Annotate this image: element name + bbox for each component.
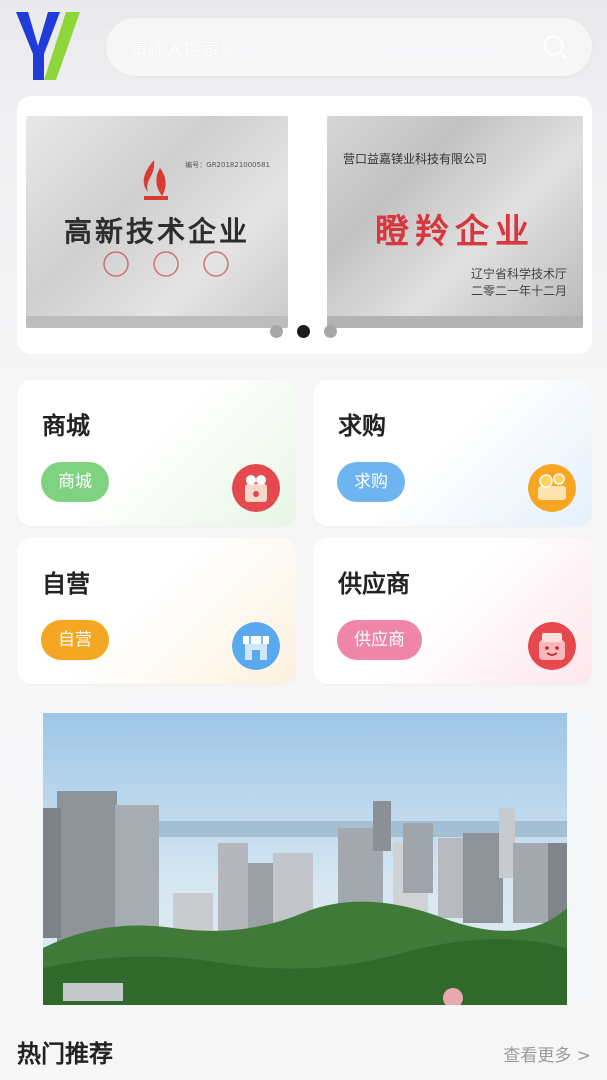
carousel-dot-active[interactable] <box>297 325 310 338</box>
red-envelope-icon <box>232 464 280 512</box>
card-title: 供应商 <box>338 570 410 598</box>
category-card-self-operated[interactable]: 自营 自营 <box>17 538 296 684</box>
certificate-title: 高新技术企业 <box>63 215 250 248</box>
app-logo <box>16 12 82 82</box>
issue-date: 二零二一年十二月 <box>470 284 567 298</box>
certificate-number: 编号：GR201821000581 <box>185 161 270 169</box>
coin-cart-icon <box>528 464 576 512</box>
view-more-link[interactable]: 查看更多 > <box>503 1041 591 1066</box>
category-card-purchase[interactable]: 求购 求购 <box>313 380 592 526</box>
carousel-dot[interactable] <box>270 325 283 338</box>
carousel-dot[interactable] <box>324 325 337 338</box>
banner-carousel[interactable]: 编号：GR201821000581 高新技术企业 营口益嘉镁业科技有限公司 瞪羚… <box>17 96 592 354</box>
official-seals <box>103 251 229 277</box>
section-title: 热门推荐 <box>17 1040 113 1068</box>
self-operated-button[interactable]: 自营 <box>41 620 109 660</box>
category-card-mall[interactable]: 商城 商城 <box>17 380 296 526</box>
shop-store-icon <box>232 622 280 670</box>
card-title: 商城 <box>42 412 90 440</box>
search-icon[interactable] <box>542 34 568 60</box>
issuer-line: 辽宁省科学技术厅 <box>470 267 567 281</box>
certificate-company: 营口益嘉镁业科技有限公司 <box>343 152 488 166</box>
purchase-button[interactable]: 求购 <box>337 462 405 502</box>
certificate-high-tech-enterprise[interactable]: 编号：GR201821000581 高新技术企业 <box>26 116 288 328</box>
certificate-title: 瞪羚企业 <box>375 212 535 252</box>
mall-button[interactable]: 商城 <box>41 462 109 502</box>
smiling-gift-icon <box>528 622 576 670</box>
flame-emblem-icon <box>143 160 168 200</box>
promo-image-card[interactable] <box>18 708 592 1006</box>
card-title: 求购 <box>338 412 386 440</box>
search-bar[interactable]: 请输入搜索词 <box>106 18 592 76</box>
search-input[interactable]: 请输入搜索词 <box>130 35 238 60</box>
category-card-supplier[interactable]: 供应商 供应商 <box>313 538 592 684</box>
city-skyline-image <box>43 713 567 1005</box>
card-title: 自营 <box>42 570 90 598</box>
supplier-button[interactable]: 供应商 <box>337 620 422 660</box>
certificate-issuer: 辽宁省科学技术厅 二零二一年十二月 <box>471 266 567 300</box>
certificate-gazelle-enterprise[interactable]: 营口益嘉镁业科技有限公司 瞪羚企业 辽宁省科学技术厅 二零二一年十二月 <box>327 116 583 328</box>
